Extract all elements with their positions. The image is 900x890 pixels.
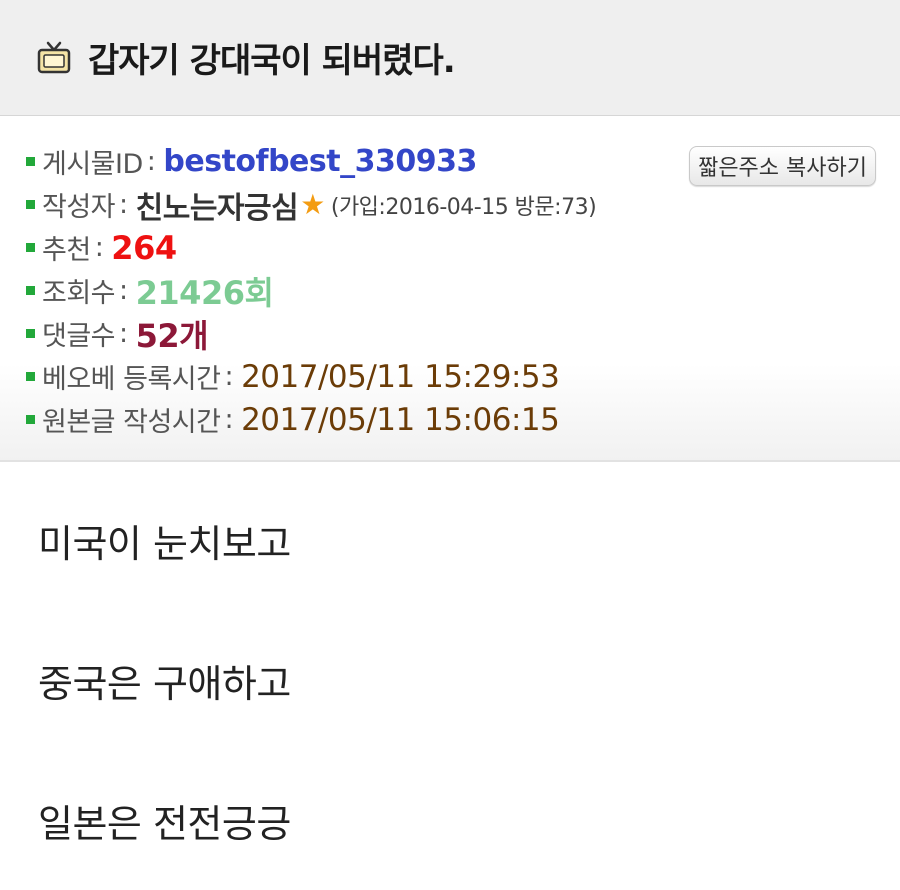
- star-icon: ★: [300, 188, 325, 221]
- info-row-views: 조회수 : 21426회: [26, 269, 900, 312]
- info-label: 추천: [42, 235, 91, 266]
- post-title-bar: 갑자기 강대국이 되버렸다.: [0, 0, 900, 116]
- info-label: 조회수: [42, 278, 116, 309]
- bullet-icon: [26, 372, 35, 381]
- recommend-count: 264: [111, 228, 177, 267]
- tv-icon: [36, 41, 72, 75]
- author-join-info: (가입:2016-04-15 방문:73): [330, 194, 597, 220]
- bullet-icon: [26, 157, 35, 166]
- content-line: 일본은 전전긍긍: [38, 801, 291, 846]
- post-content: 미국이 눈치보고 중국은 구애하고 일본은 전전긍긍: [0, 470, 900, 890]
- author-name[interactable]: 친노는자긍심: [136, 183, 299, 227]
- bullet-icon: [26, 329, 35, 338]
- info-separator: :: [119, 318, 128, 349]
- content-line: 미국이 눈치보고: [38, 521, 291, 566]
- bestofbest-registered-time: 2017/05/11 15:29:53: [241, 358, 560, 395]
- info-label: 댓글수: [42, 321, 116, 352]
- info-label: 베오베 등록시간: [42, 364, 221, 395]
- info-separator: :: [94, 232, 104, 263]
- info-separator: :: [119, 275, 128, 306]
- copy-short-url-button[interactable]: 짧은주소 복사하기: [689, 146, 876, 186]
- original-written-time: 2017/05/11 15:06:15: [241, 401, 560, 438]
- info-label: 원본글 작성시간: [42, 407, 221, 438]
- view-count: 21426회: [135, 273, 274, 312]
- info-separator: :: [224, 361, 234, 392]
- bullet-icon: [26, 200, 35, 209]
- content-line: 중국은 구애하고: [38, 661, 291, 706]
- info-separator: :: [146, 146, 156, 177]
- bullet-icon: [26, 243, 35, 252]
- info-row-original-time: 원본글 작성시간 : 2017/05/11 15:06:15: [26, 398, 900, 441]
- bullet-icon: [26, 286, 35, 295]
- info-label: 작성자: [42, 192, 116, 223]
- bullet-icon: [26, 415, 35, 424]
- post-info-panel: 짧은주소 복사하기 게시물ID : bestofbest_330933 작성자 …: [0, 116, 900, 462]
- info-separator: :: [224, 404, 234, 435]
- info-separator: :: [119, 189, 128, 220]
- info-row-author: 작성자 : 친노는자긍심 ★ (가입:2016-04-15 방문:73): [26, 183, 900, 226]
- post-id-value: bestofbest_330933: [163, 144, 477, 179]
- info-label: 게시물ID: [42, 149, 143, 180]
- comment-count: 52개: [135, 316, 209, 355]
- info-row-comments: 댓글수 : 52개: [26, 312, 900, 355]
- info-row-bestofbest-time: 베오베 등록시간 : 2017/05/11 15:29:53: [26, 355, 900, 398]
- info-row-recommend: 추천 : 264: [26, 226, 900, 269]
- post-title: 갑자기 강대국이 되버렸다.: [88, 41, 456, 81]
